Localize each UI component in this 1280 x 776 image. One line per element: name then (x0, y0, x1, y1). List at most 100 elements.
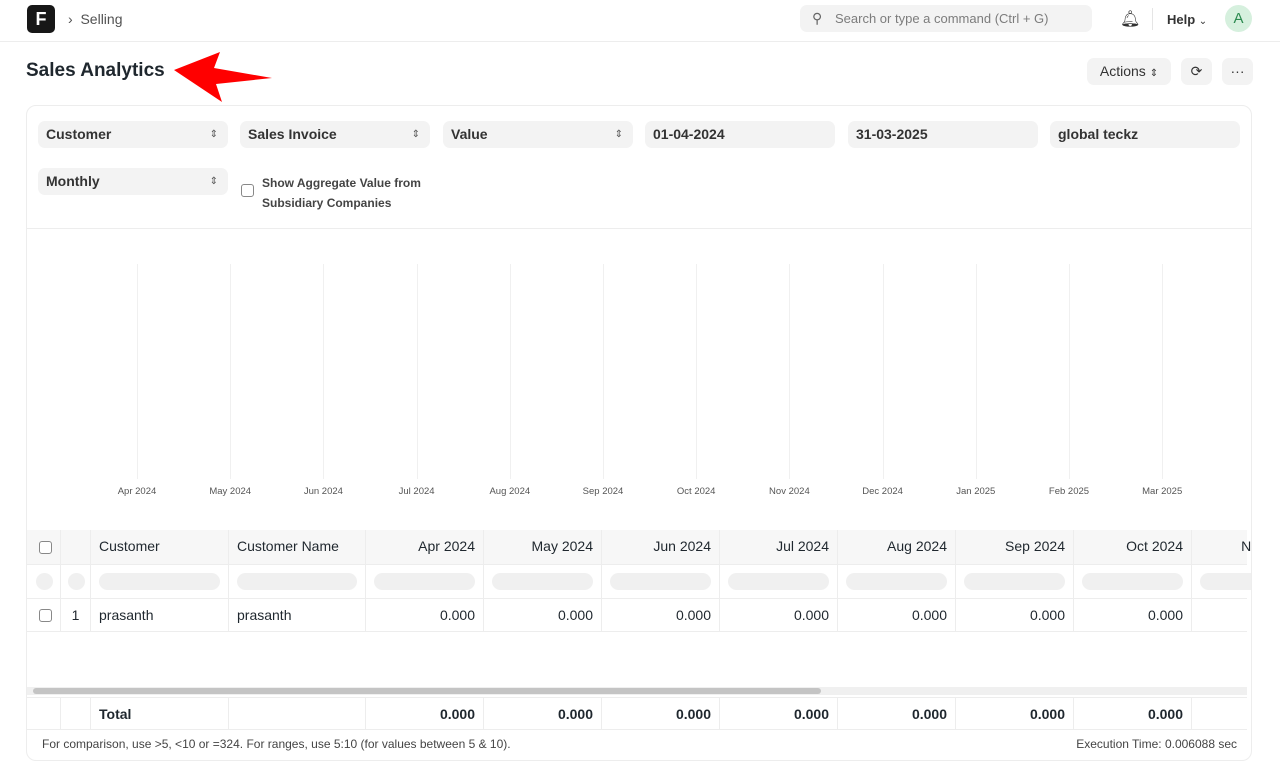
x-axis-label: Nov 2024 (769, 486, 810, 497)
column-filter-cell (838, 565, 956, 598)
total-cell: 0.000 (1074, 698, 1192, 729)
select-caret-icon: ⇕ (614, 129, 623, 140)
customer-name-cell: prasanth (229, 599, 366, 631)
chart-gridline (1162, 264, 1164, 479)
column-filter-cell (602, 565, 720, 598)
actions-label: Actions (1099, 63, 1146, 79)
page-title: Sales Analytics (26, 60, 165, 81)
column-filter-input[interactable] (68, 573, 85, 590)
column-filter-input[interactable] (610, 573, 711, 590)
select-caret-icon: ⇕ (209, 129, 218, 140)
column-filter-input[interactable] (99, 573, 220, 590)
notification-bell-icon[interactable]: 🔔︎ (1120, 9, 1140, 29)
column-filter-input[interactable] (1082, 573, 1183, 590)
total-cell (61, 698, 91, 729)
value-cell: 0.000 (602, 599, 720, 631)
red-arrow-annotation (174, 52, 272, 102)
value-cell: 0.000 (484, 599, 602, 631)
chart-gridline (1069, 264, 1070, 479)
value-cell: 0.000 (956, 599, 1074, 631)
value-quantity-value: Value (451, 126, 488, 142)
aggregate-checkbox[interactable] (241, 184, 254, 197)
table-header: Customer Customer Name Apr 2024 May 2024 Jun… (27, 530, 1251, 565)
breadcrumb-selling[interactable]: Selling (80, 11, 122, 27)
chart-gridline (603, 264, 604, 479)
company-input[interactable]: global teckz (1050, 121, 1240, 148)
column-header[interactable]: Sep 2024 (956, 530, 1074, 564)
row-select-cell[interactable] (29, 599, 61, 631)
search-input[interactable]: ⚲ Search or type a command (Ctrl + G) (800, 5, 1092, 32)
refresh-button[interactable]: ⟳ (1181, 58, 1212, 85)
x-axis-label: May 2024 (209, 486, 252, 497)
customer-cell[interactable]: prasanth (91, 599, 229, 631)
search-placeholder: Search or type a command (Ctrl + G) (835, 11, 1049, 26)
table-row[interactable]: 1 prasanth prasanth 0.000 0.000 0.000 0.000 0.0… (27, 599, 1247, 632)
doc-type-select[interactable]: Sales Invoice ⇕ (240, 121, 430, 148)
column-header[interactable]: Aug 2024 (838, 530, 956, 564)
navbar: F › Selling ⚲ Search or type a command (C… (0, 0, 1280, 42)
column-filter-cell (29, 565, 61, 598)
value-quantity-select[interactable]: Value ⇕ (443, 121, 633, 148)
refresh-icon: ⟳ (1190, 63, 1203, 79)
row-index: 1 (61, 599, 91, 631)
column-filter-cell (484, 565, 602, 598)
total-cell (229, 698, 366, 729)
range-select[interactable]: Monthly ⇕ (38, 168, 228, 195)
x-axis-label: Jul 2024 (398, 486, 435, 497)
column-filter-input[interactable] (374, 573, 475, 590)
row-checkbox[interactable] (39, 609, 52, 622)
x-axis-label: Oct 2024 (676, 486, 716, 497)
chart-gridline (323, 264, 325, 479)
column-header[interactable]: Customer (91, 530, 229, 564)
select-all-checkbox[interactable] (39, 541, 52, 554)
from-date-input[interactable]: 01-04-2024 (645, 121, 835, 148)
aggregate-label: Show Aggregate Value from Subsidiary Com… (262, 176, 421, 210)
to-date-input[interactable]: 31-03-2025 (848, 121, 1038, 148)
column-header[interactable]: Jun 2024 (602, 530, 720, 564)
column-filter-input[interactable] (846, 573, 947, 590)
ellipsis-icon: ··· (1230, 63, 1245, 79)
value-cell (1192, 599, 1251, 631)
more-menu-button[interactable]: ··· (1222, 58, 1253, 85)
x-axis-label: Mar 2025 (1142, 486, 1183, 497)
column-filter-cell (956, 565, 1074, 598)
value-cell: 0.000 (366, 599, 484, 631)
column-filter-input[interactable] (1200, 573, 1251, 590)
total-cell: 0.000 (720, 698, 838, 729)
tree-type-select[interactable]: Customer ⇕ (38, 121, 228, 148)
column-filter-input[interactable] (492, 573, 593, 590)
help-dropdown[interactable]: Help ⌄ (1167, 12, 1207, 27)
column-header[interactable]: Nov 2024 (1192, 530, 1251, 564)
avatar[interactable]: A (1225, 5, 1252, 32)
divider (27, 228, 1251, 229)
report-card: Customer ⇕ Sales Invoice ⇕ Value ⇕ 01-04-20… (26, 105, 1252, 761)
chevron-right-icon: › (68, 11, 81, 27)
doc-type-value: Sales Invoice (248, 126, 337, 142)
column-header[interactable]: Customer Name (229, 530, 366, 564)
column-header[interactable]: Apr 2024 (366, 530, 484, 564)
column-header[interactable]: Jul 2024 (720, 530, 838, 564)
column-filter-input[interactable] (728, 573, 829, 590)
help-label: Help (1167, 12, 1196, 27)
column-filter-input[interactable] (964, 573, 1065, 590)
x-axis-label: Feb 2025 (1048, 486, 1090, 497)
actions-button[interactable]: Actions ⇕ (1087, 58, 1171, 85)
x-axis-label: Dec 2024 (862, 486, 903, 497)
chart-gridline (137, 264, 138, 479)
breadcrumb[interactable]: › Selling (68, 11, 122, 27)
column-filter-cell (720, 565, 838, 598)
column-filter-input[interactable] (36, 573, 53, 590)
column-header[interactable]: Oct 2024 (1074, 530, 1192, 564)
total-cell: 0.000 (484, 698, 602, 729)
column-filter-cell (1074, 565, 1192, 598)
tree-type-value: Customer (46, 126, 112, 142)
app-logo[interactable]: F (27, 5, 55, 33)
column-filter-input[interactable] (237, 573, 357, 590)
horizontal-scrollbar[interactable] (27, 687, 1247, 695)
select-all-cell[interactable] (29, 530, 61, 564)
range-value: Monthly (46, 173, 100, 189)
column-header[interactable]: May 2024 (484, 530, 602, 564)
total-cell (29, 698, 61, 729)
execution-time: Execution Time: 0.006088 sec (1076, 737, 1237, 751)
total-cell (1192, 698, 1251, 729)
